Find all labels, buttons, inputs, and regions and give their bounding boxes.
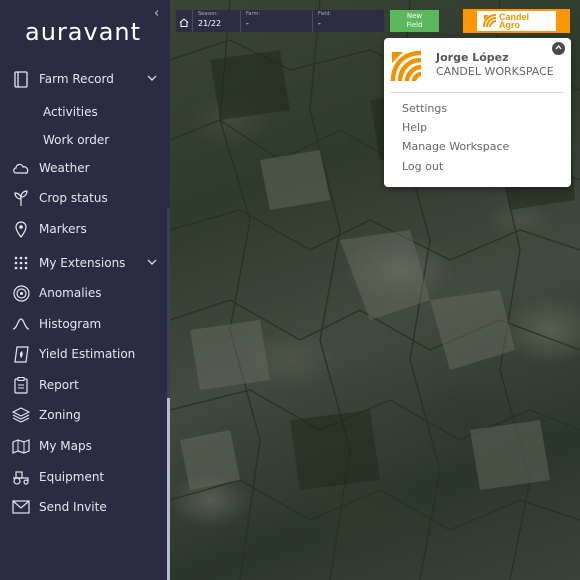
chevron-up-icon: [555, 44, 562, 52]
target-icon: [12, 284, 30, 302]
sidebar-item-my-extensions[interactable]: My Extensions: [0, 250, 167, 276]
sidebar-scrollbar-track[interactable]: [167, 208, 170, 398]
context-selector-bar: Season: 21/22 Farm: - Field: -: [176, 10, 384, 32]
pin-icon: [12, 220, 30, 238]
clipboard-icon: [12, 376, 30, 394]
sidebar-item-my-maps[interactable]: My Maps: [0, 433, 167, 459]
plant-icon: [12, 189, 30, 207]
candel-agro-logo: Candel Agro: [477, 11, 556, 31]
menu-item-help[interactable]: Help: [402, 121, 427, 134]
sidebar-subitem-activities[interactable]: Activities: [43, 105, 98, 119]
chevron-down-icon: [147, 258, 157, 268]
season-value: 21/22: [198, 19, 222, 28]
sidebar-item-label: Anomalies: [39, 286, 102, 300]
collapse-menu-button[interactable]: [552, 42, 565, 55]
sidebar-item-report[interactable]: Report: [0, 372, 167, 398]
home-icon: [179, 12, 189, 31]
new-field-button[interactable]: New Field: [390, 10, 439, 32]
field-value: -: [318, 19, 321, 28]
bell-curve-icon: [12, 315, 30, 333]
sidebar-item-histogram[interactable]: Histogram: [0, 311, 167, 337]
sidebar-item-label: Histogram: [39, 317, 102, 331]
sidebar-item-label: My Extensions: [39, 256, 126, 270]
workspace-avatar-icon: [390, 50, 424, 84]
user-menu-dropdown: Jorge López CANDEL WORKSPACE Settings He…: [384, 38, 571, 187]
sidebar-item-markers[interactable]: Markers: [0, 216, 167, 242]
auravant-logo: auravant: [25, 18, 142, 46]
sidebar-item-send-invite[interactable]: Send Invite: [0, 494, 167, 520]
brand-name-line2: Agro: [499, 20, 520, 30]
sidebar-item-weather[interactable]: Weather: [0, 155, 167, 181]
sidebar-item-farm-record[interactable]: Farm Record: [0, 66, 167, 92]
tractor-icon: [12, 468, 30, 486]
candel-agro-mark-icon: [483, 14, 497, 28]
sidebar-item-crop-status[interactable]: Crop status: [0, 185, 167, 211]
menu-item-manage-workspace[interactable]: Manage Workspace: [402, 140, 509, 153]
farm-label: Farm:: [246, 11, 261, 17]
user-name: Jorge López: [436, 51, 509, 64]
sidebar-item-label: Report: [39, 378, 79, 392]
farm-value: -: [246, 19, 249, 28]
sidebar-item-label: Equipment: [39, 470, 105, 484]
sidebar-item-anomalies[interactable]: Anomalies: [0, 280, 167, 306]
grid-icon: [12, 254, 30, 272]
field-label: Field:: [318, 11, 332, 17]
sidebar-scrollbar-thumb[interactable]: [167, 398, 170, 580]
sidebar-subitem-work-order[interactable]: Work order: [43, 133, 109, 147]
menu-item-log-out[interactable]: Log out: [402, 160, 443, 173]
workspace-name: CANDEL WORKSPACE: [436, 65, 554, 78]
sidebar: ‹ auravant Farm Record Activities Work o…: [0, 0, 170, 580]
collapse-sidebar-button[interactable]: ‹: [154, 6, 159, 21]
farm-selector[interactable]: Farm: -: [241, 10, 313, 32]
notebook-icon: [12, 70, 30, 88]
season-label: Season:: [198, 11, 218, 17]
sidebar-item-zoning[interactable]: Zoning: [0, 402, 167, 428]
map-icon: [12, 437, 30, 455]
sidebar-item-label: Weather: [39, 161, 90, 175]
chevron-down-icon: [147, 74, 157, 84]
new-field-label-line1: New: [406, 12, 423, 20]
workspace-brand-button[interactable]: Candel Agro: [463, 9, 570, 33]
sidebar-item-yield-estimation[interactable]: Yield Estimation: [0, 341, 167, 367]
field-selector[interactable]: Field: -: [313, 10, 383, 32]
sidebar-item-equipment[interactable]: Equipment: [0, 464, 167, 490]
divider: [390, 92, 564, 93]
envelope-icon: [12, 498, 30, 516]
sidebar-item-label: Send Invite: [39, 500, 107, 514]
menu-item-settings[interactable]: Settings: [402, 102, 447, 115]
new-field-label-line2: Field: [406, 21, 423, 29]
season-selector[interactable]: Season: 21/22: [193, 10, 241, 32]
sidebar-item-label: Zoning: [39, 408, 81, 422]
sidebar-item-label: Markers: [39, 222, 87, 236]
sidebar-item-label: Crop status: [39, 191, 108, 205]
cloud-icon: [12, 159, 30, 177]
layers-icon: [12, 406, 30, 424]
yield-icon: [12, 345, 30, 363]
home-button[interactable]: [176, 10, 193, 32]
sidebar-item-label: Yield Estimation: [39, 347, 136, 361]
sidebar-item-label: Farm Record: [39, 72, 114, 86]
sidebar-item-label: My Maps: [39, 439, 92, 453]
